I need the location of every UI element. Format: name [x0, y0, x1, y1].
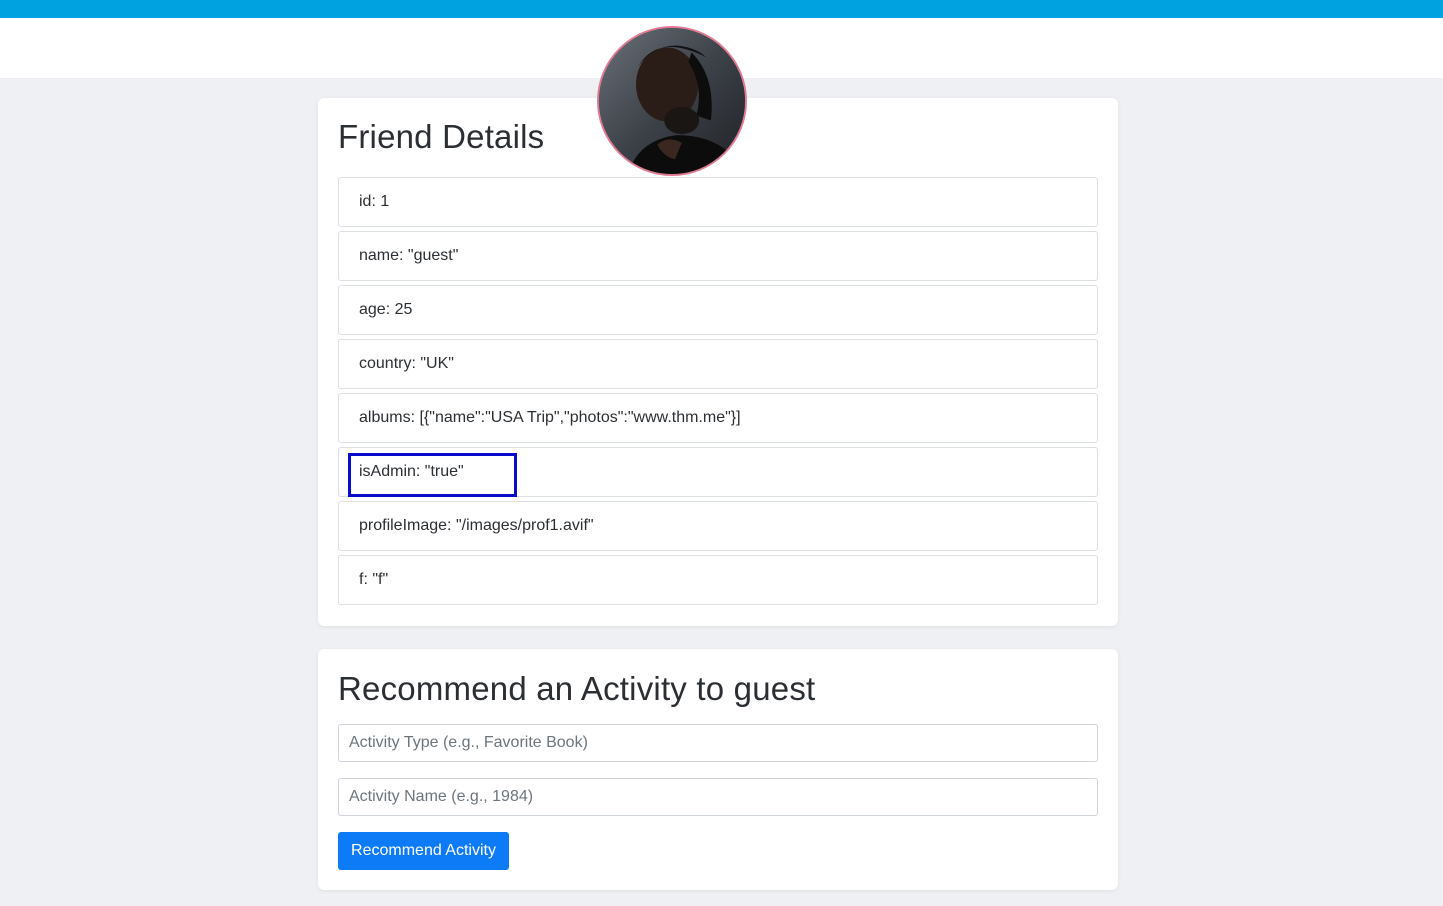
list-item: f: "f": [338, 555, 1098, 605]
list-item: id: 1: [338, 177, 1098, 227]
activity-name-input[interactable]: [338, 778, 1098, 816]
activity-type-input[interactable]: [338, 724, 1098, 762]
profile-photo: [599, 28, 745, 174]
list-item-isadmin: isAdmin: "true": [338, 447, 1098, 497]
profile-avatar: [597, 26, 747, 176]
list-item: name: "guest": [338, 231, 1098, 281]
list-item: age: 25: [338, 285, 1098, 335]
list-item: profileImage: "/images/prof1.avif": [338, 501, 1098, 551]
friend-details-title: Friend Details: [338, 118, 545, 155]
recommend-activity-card: Recommend an Activity to guest Recommend…: [318, 649, 1118, 890]
details-list: id: 1 name: "guest" age: 25 country: "UK…: [338, 177, 1098, 609]
top-accent-bar: [0, 0, 1443, 18]
list-item: albums: [{"name":"USA Trip","photos":"ww…: [338, 393, 1098, 443]
recommend-title: Recommend an Activity to guest: [338, 670, 816, 707]
list-item: country: "UK": [338, 339, 1098, 389]
recommend-activity-button[interactable]: Recommend Activity: [338, 832, 509, 870]
friend-details-card: Friend Details id: 1 name: "guest" age: …: [318, 98, 1118, 626]
